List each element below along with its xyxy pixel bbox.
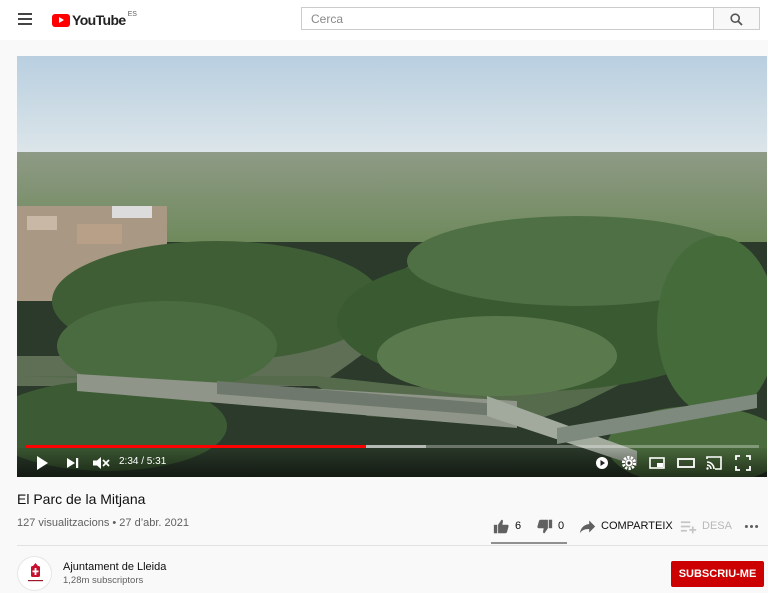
gear-icon	[621, 455, 637, 471]
dislike-count: 0	[558, 520, 565, 532]
video-meta: 127 visualitzacions • 27 d’abr. 2021	[17, 517, 190, 529]
fullscreen-button[interactable]	[733, 453, 753, 473]
search-button[interactable]	[714, 7, 760, 30]
cast-icon	[706, 456, 722, 470]
fullscreen-icon	[735, 455, 751, 471]
theater-mode-icon	[677, 458, 695, 468]
share-icon	[579, 520, 596, 533]
youtube-play-logo-icon	[52, 13, 70, 27]
search-input[interactable]: Cerca	[301, 7, 714, 30]
theater-mode-button[interactable]	[676, 453, 696, 473]
play-icon	[37, 456, 48, 470]
add-to-playlist-icon	[680, 520, 697, 533]
player-controls: 2:34 / 5:31	[17, 448, 767, 477]
settings-button[interactable]	[619, 453, 639, 473]
menu-icon[interactable]	[14, 10, 36, 30]
play-button[interactable]	[32, 453, 52, 473]
volume-muted-icon	[93, 457, 110, 469]
sentiment-bar	[491, 542, 567, 544]
city-crest-logo-icon	[28, 563, 43, 582]
thumbs-up-icon	[493, 519, 509, 533]
search-icon	[730, 13, 743, 26]
thumbs-down-icon	[537, 519, 553, 533]
like-count: 6	[515, 520, 522, 532]
save-button[interactable]: DESA	[680, 513, 732, 539]
miniplayer-button[interactable]	[647, 453, 667, 473]
channel-avatar[interactable]	[17, 556, 52, 591]
subscriber-count: 1,28m subscriptors	[63, 575, 144, 586]
more-actions-button[interactable]	[743, 513, 760, 539]
share-button[interactable]: COMPARTEIX	[579, 513, 673, 539]
autoplay-toggle[interactable]	[592, 453, 612, 473]
time-display: 2:34 / 5:31	[119, 456, 167, 467]
skip-next-icon	[67, 458, 79, 468]
like-button[interactable]: 6	[493, 513, 521, 539]
channel-name[interactable]: Ajuntament de Lleida	[63, 561, 166, 573]
video-frame	[17, 56, 767, 477]
subscribe-button[interactable]: SUBSCRIU-ME	[671, 561, 764, 587]
region-code: ES	[127, 10, 137, 18]
video-player[interactable]: 2:34 / 5:31	[17, 56, 767, 477]
more-horizontal-icon	[744, 524, 759, 528]
divider	[17, 545, 768, 546]
save-label: DESA	[702, 520, 732, 532]
miniplayer-icon	[649, 457, 665, 469]
dislike-button[interactable]: 0	[536, 513, 564, 539]
top-bar: YouTube ES Cerca	[0, 0, 768, 40]
next-button[interactable]	[63, 453, 83, 473]
mute-button[interactable]	[91, 453, 111, 473]
share-label: COMPARTEIX	[601, 520, 673, 532]
autoplay-icon	[596, 457, 608, 469]
youtube-logo[interactable]: YouTube ES	[52, 11, 137, 29]
cast-button[interactable]	[704, 453, 724, 473]
logo-text: YouTube	[72, 12, 126, 28]
video-title: El Parc de la Mitjana	[17, 491, 146, 507]
